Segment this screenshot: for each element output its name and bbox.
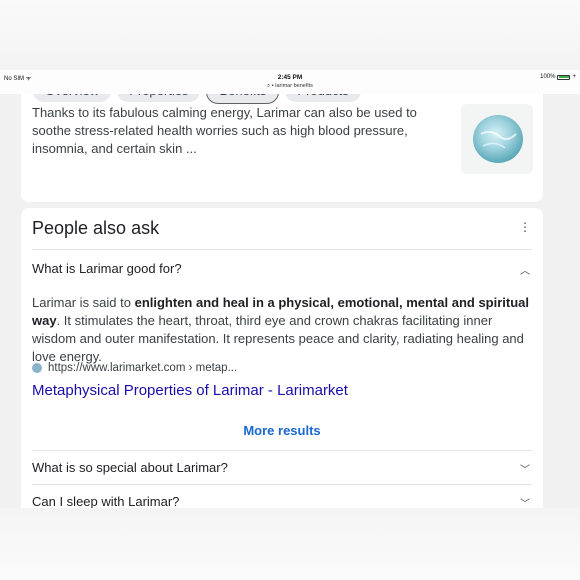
- question-1[interactable]: What is Larimar good for? ︿: [32, 261, 532, 281]
- result-link[interactable]: Metaphysical Properties of Larimar - Lar…: [32, 382, 348, 399]
- search-icon: ⌕: [267, 83, 271, 89]
- status-right: 100% +: [540, 74, 576, 80]
- source-url[interactable]: https://www.larimarket.com › metap...: [32, 362, 237, 374]
- question-text: What is Larimar good for?: [32, 261, 182, 276]
- page-viewport[interactable]: Overview Properties Benefits Products Th…: [0, 94, 580, 508]
- chip-products[interactable]: Products: [285, 94, 361, 102]
- source-text: https://www.larimarket.com › metap...: [48, 362, 238, 374]
- address-bar[interactable]: ⌕ ▪ larimar benefits: [0, 83, 580, 90]
- chip-overview[interactable]: Overview: [33, 94, 112, 102]
- divider: [32, 450, 532, 451]
- globe-icon: [32, 363, 42, 373]
- divider: [32, 249, 532, 250]
- snippet-text: Thanks to its fabulous calming energy, L…: [32, 105, 417, 156]
- more-options-icon[interactable]: ⋮: [519, 220, 531, 234]
- address-text: larimar benefits: [275, 83, 313, 89]
- chip-benefits[interactable]: Benefits: [206, 94, 280, 104]
- battery-icon: [557, 74, 571, 80]
- top-background: [0, 0, 580, 70]
- answer-text: Larimar is said to enlighten and heal in…: [32, 295, 530, 364]
- paa-title: People also ask: [32, 218, 160, 238]
- more-results-button[interactable]: More results: [21, 423, 543, 438]
- chip-properties[interactable]: Properties: [117, 94, 201, 102]
- chevron-up-icon[interactable]: ︿: [520, 262, 530, 277]
- larimar-stone-image[interactable]: [461, 104, 533, 174]
- chevron-down-icon[interactable]: ﹀: [520, 495, 530, 508]
- bottom-background: [0, 508, 580, 580]
- featured-snippet-card: Overview Properties Benefits Products Th…: [21, 94, 543, 202]
- lock-icon: ▪: [271, 83, 274, 89]
- question-text: What is so special about Larimar?: [32, 460, 228, 475]
- charging-icon: +: [572, 74, 576, 80]
- battery-percent: 100%: [540, 74, 556, 80]
- question-3[interactable]: Can I sleep with Larimar? ﹀: [32, 494, 532, 508]
- status-bar: No SIM ᯤ 2:45 PM ⌕ ▪ larimar benefits 10…: [0, 70, 580, 94]
- people-also-ask-card: People also ask ⋮ What is Larimar good f…: [21, 208, 543, 508]
- chevron-down-icon[interactable]: ﹀: [520, 461, 530, 476]
- status-time: 2:45 PM: [277, 74, 303, 81]
- topic-chips: Overview Properties Benefits Products: [33, 94, 361, 104]
- divider: [32, 484, 532, 485]
- question-2[interactable]: What is so special about Larimar? ﹀: [32, 460, 532, 480]
- question-text: Can I sleep with Larimar?: [32, 494, 180, 508]
